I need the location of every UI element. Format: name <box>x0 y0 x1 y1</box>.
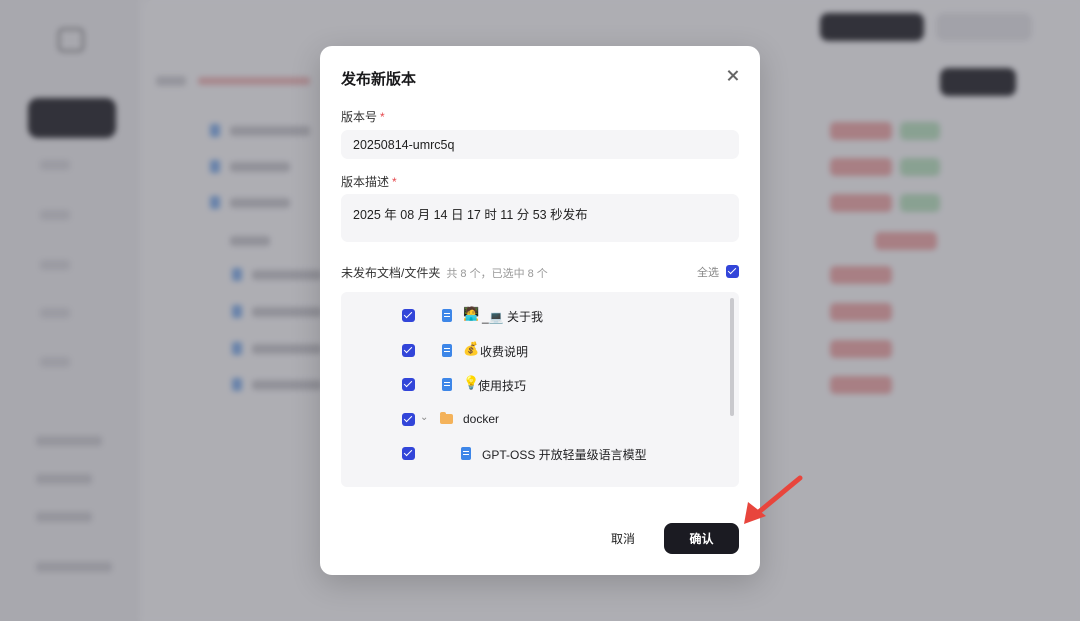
tree-item[interactable]: 💰 收费说明 <box>341 341 731 361</box>
version-label: 版本号 * <box>341 108 385 125</box>
document-icon <box>461 447 471 460</box>
tree-item[interactable]: 💡 使用技巧 <box>341 375 731 395</box>
chevron-down-icon[interactable]: ⌄ <box>420 412 428 423</box>
item-checkbox[interactable] <box>402 447 415 460</box>
document-icon <box>442 344 452 357</box>
version-label-text: 版本号 <box>341 110 378 124</box>
tree-folder[interactable]: ⌄ docker <box>341 410 731 430</box>
unpublished-tree: 🧑‍💻 _💻 关于我 💰 收费说明 💡 使用技巧 ⌄ docker GPT-OS… <box>341 292 739 487</box>
item-checkbox[interactable] <box>402 413 415 426</box>
document-icon <box>442 309 452 322</box>
selection-count: 共 8 个，已选中 8 个 <box>446 268 548 280</box>
item-checkbox[interactable] <box>402 378 415 391</box>
version-input[interactable] <box>341 130 739 159</box>
tree-item-label: 收费说明 <box>480 345 529 359</box>
avatar-emoji-icon: 🧑‍💻 <box>463 307 480 322</box>
required-mark: * <box>392 175 397 189</box>
item-checkbox[interactable] <box>402 344 415 357</box>
select-all-label[interactable]: 全选 <box>697 264 719 280</box>
unpublished-list-title: 未发布文档/文件夹 <box>341 266 441 280</box>
light-bulb-icon: 💡 <box>463 376 480 391</box>
item-checkbox[interactable] <box>402 309 415 322</box>
description-label: 版本描述 * <box>341 173 397 190</box>
document-icon <box>442 378 452 391</box>
tree-folder-label: docker <box>463 412 500 426</box>
description-label-text: 版本描述 <box>341 175 390 189</box>
cancel-button[interactable]: 取消 <box>611 530 635 547</box>
annotation-arrow-icon <box>744 475 803 524</box>
folder-icon <box>440 412 453 424</box>
money-bag-icon: 💰 <box>463 342 480 357</box>
select-all-checkbox[interactable] <box>726 265 739 278</box>
description-textarea[interactable] <box>341 194 739 242</box>
tree-item[interactable]: 🧑‍💻 _💻 关于我 <box>341 306 731 326</box>
tree-item-label: 使用技巧 <box>478 379 527 393</box>
close-icon[interactable] <box>726 69 740 83</box>
required-mark: * <box>380 110 385 124</box>
confirm-button[interactable]: 确认 <box>664 523 739 554</box>
tree-item[interactable]: GPT-OSS 开放轻量级语言模型 <box>341 444 731 464</box>
tree-item-label: GPT-OSS 开放轻量级语言模型 <box>482 448 647 462</box>
unpublished-list-header: 未发布文档/文件夹共 8 个，已选中 8 个 全选 <box>341 264 739 280</box>
publish-version-dialog: 发布新版本 版本号* 版本描述* 未发布文档/文件夹共 8 个，已选中 8 个 … <box>320 46 760 575</box>
tree-item-label: _💻 关于我 <box>482 310 543 324</box>
dialog-title: 发布新版本 <box>341 71 417 88</box>
